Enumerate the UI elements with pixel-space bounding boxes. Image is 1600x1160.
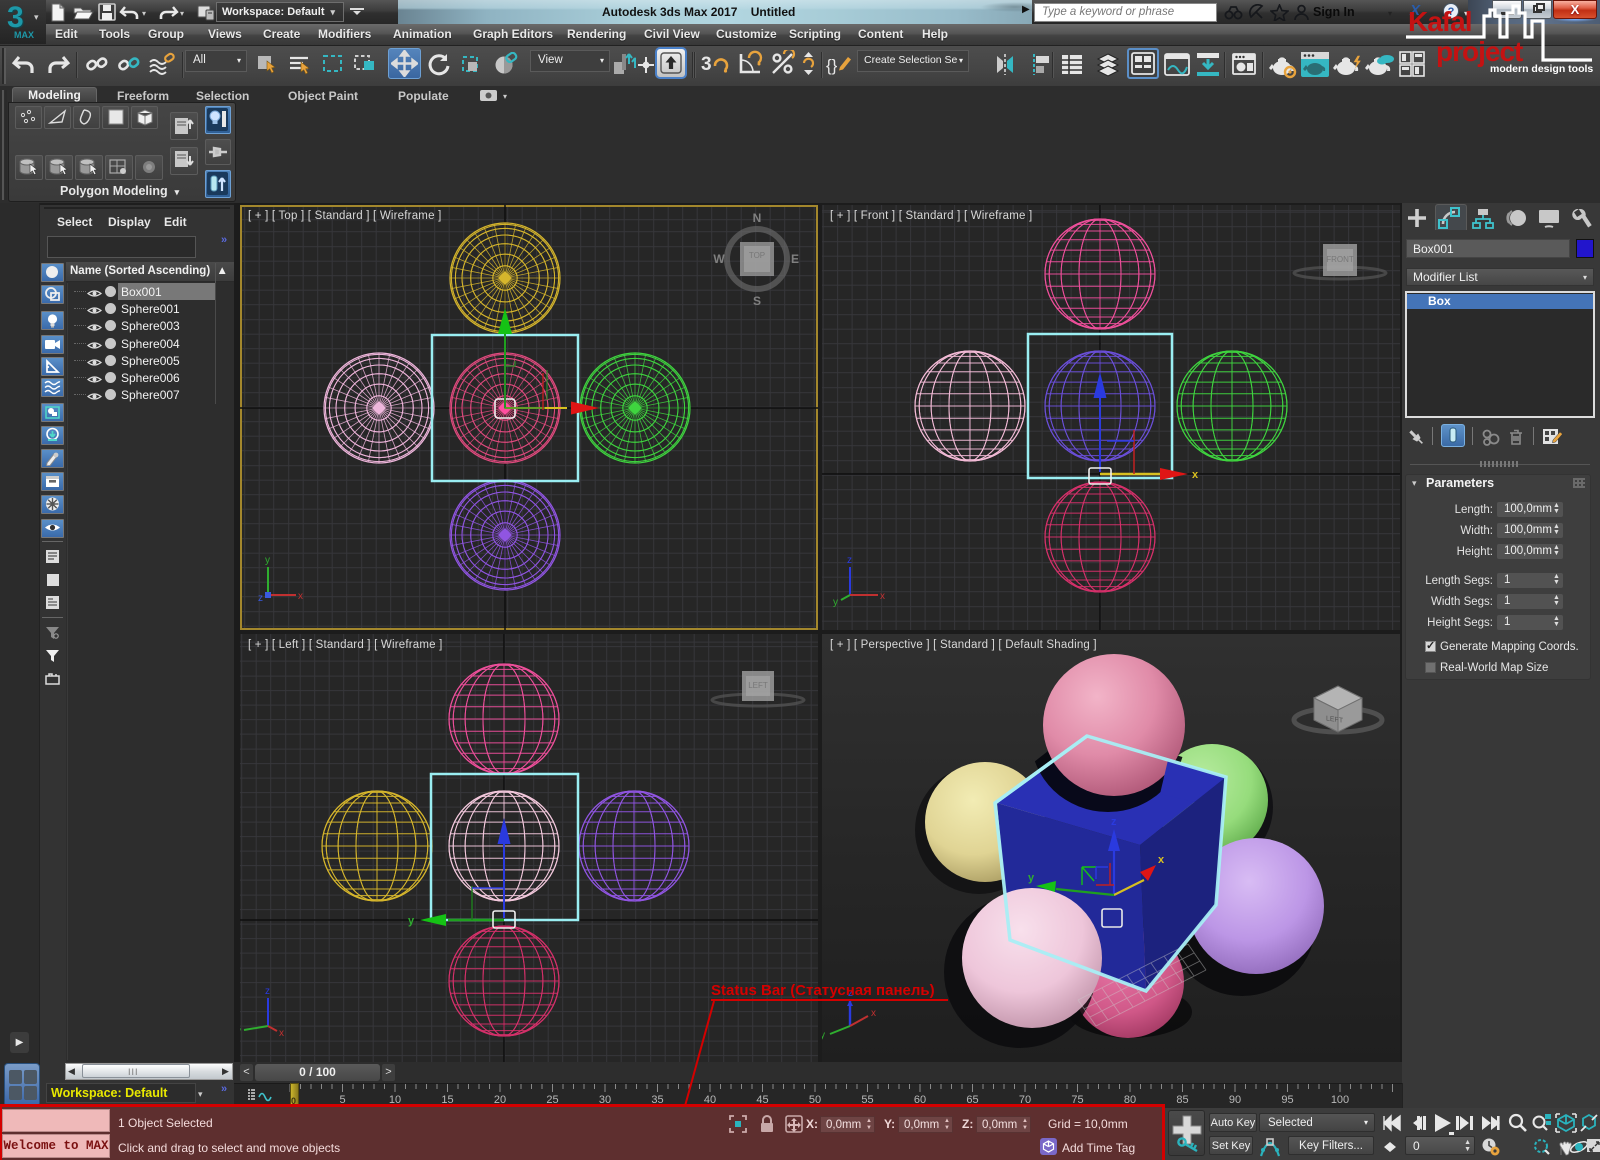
- svg-text:x: x: [1192, 469, 1199, 481]
- svg-text:x: x: [1158, 854, 1165, 866]
- svg-text:3: 3: [701, 54, 712, 75]
- svg-text:x: x: [871, 1008, 876, 1019]
- svg-text:S: S: [753, 294, 761, 308]
- svg-text:y: y: [408, 915, 415, 927]
- svg-text:85: 85: [1176, 1094, 1188, 1106]
- svg-text:N: N: [753, 211, 762, 225]
- svg-text:W: W: [713, 252, 725, 266]
- svg-text:Kafal: Kafal: [1408, 6, 1471, 37]
- svg-text:y: y: [1028, 872, 1035, 884]
- svg-text:z: z: [258, 593, 263, 604]
- svg-text:z: z: [265, 986, 270, 997]
- svg-text:x: x: [298, 591, 303, 602]
- svg-text:y: y: [265, 555, 270, 566]
- svg-text:y: y: [833, 597, 838, 608]
- svg-text:100: 100: [1331, 1094, 1349, 1106]
- svg-text:{}: {}: [826, 56, 838, 75]
- svg-text:z: z: [1111, 816, 1117, 828]
- svg-text:y: y: [240, 1026, 241, 1037]
- svg-text:x: x: [279, 1028, 284, 1039]
- svg-text:E: E: [791, 252, 799, 266]
- svg-text:z: z: [847, 555, 852, 566]
- svg-text:90: 90: [1229, 1094, 1241, 1106]
- svg-text:x: x: [880, 591, 885, 602]
- svg-text:y: y: [822, 1030, 825, 1041]
- svg-text:FRONT: FRONT: [1326, 255, 1354, 264]
- svg-text:95: 95: [1281, 1094, 1293, 1106]
- svg-text:TOP: TOP: [749, 251, 765, 260]
- svg-text:LEFT: LEFT: [748, 681, 768, 690]
- svg-text:modern design tools: modern design tools: [1490, 63, 1593, 75]
